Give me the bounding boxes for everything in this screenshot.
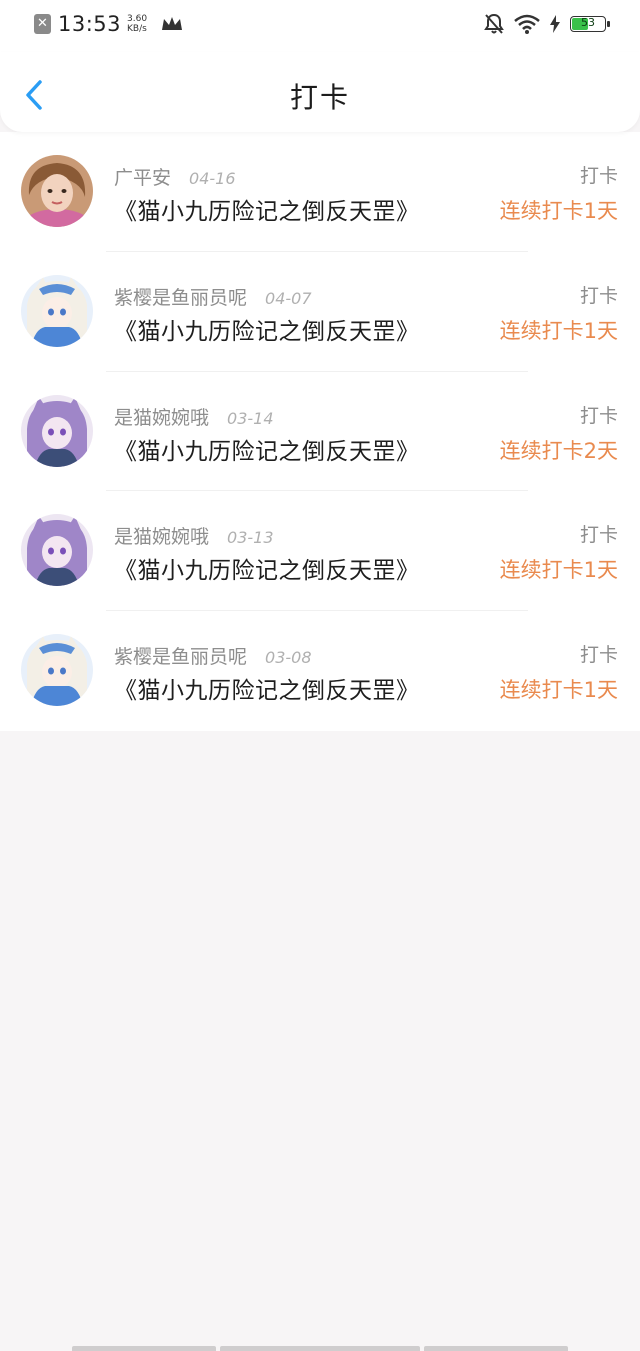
- checkin-date: 04-07: [265, 289, 312, 308]
- checkin-date: 03-13: [227, 528, 274, 547]
- notification-close-icon: ✕: [34, 14, 51, 34]
- status-time: 13:53: [58, 12, 121, 36]
- list-item[interactable]: 是猫婉婉哦 03-14 《猫小九历险记之倒反天罡》 打卡 连续打卡2天: [0, 372, 640, 492]
- nav-gesture-bar-center[interactable]: [220, 1346, 420, 1351]
- list-item[interactable]: 广平安 04-16 《猫小九历险记之倒反天罡》 打卡 连续打卡1天: [0, 132, 640, 252]
- checkin-date: 03-08: [265, 648, 312, 667]
- checkin-label: 打卡: [580, 281, 618, 308]
- book-title: 《猫小九历险记之倒反天罡》: [114, 671, 420, 705]
- streak-text: 连续打卡1天: [500, 554, 618, 584]
- avatar[interactable]: [21, 395, 93, 467]
- book-title: 《猫小九历险记之倒反天罡》: [114, 312, 420, 346]
- streak-text: 连续打卡1天: [500, 315, 618, 345]
- avatar[interactable]: [21, 275, 93, 347]
- list-item[interactable]: 紫樱是鱼丽员呢 04-07 《猫小九历险记之倒反天罡》 打卡 连续打卡1天: [0, 252, 640, 372]
- user-name[interactable]: 广平安: [114, 163, 171, 190]
- checkin-date: 03-14: [227, 409, 274, 428]
- user-name[interactable]: 紫樱是鱼丽员呢: [114, 283, 247, 310]
- streak-text: 连续打卡2天: [500, 435, 618, 465]
- list-item[interactable]: 是猫婉婉哦 03-13 《猫小九历险记之倒反天罡》 打卡 连续打卡1天: [0, 491, 640, 611]
- charging-icon: [550, 15, 560, 33]
- nav-gesture-bar-left[interactable]: [72, 1346, 216, 1351]
- streak-text: 连续打卡1天: [500, 674, 618, 704]
- battery-icon: 53: [570, 16, 606, 32]
- network-speed-value: 3.60: [127, 14, 147, 24]
- book-title: 《猫小九历险记之倒反天罡》: [114, 432, 420, 466]
- wifi-icon: [514, 14, 540, 34]
- avatar[interactable]: [21, 634, 93, 706]
- nav-gesture-bar-right[interactable]: [424, 1346, 568, 1351]
- user-name[interactable]: 紫樱是鱼丽员呢: [114, 642, 247, 669]
- crown-icon: [161, 16, 183, 32]
- checkin-label: 打卡: [580, 401, 618, 428]
- user-name[interactable]: 是猫婉婉哦: [114, 522, 209, 549]
- status-bar: ✕ 13:53 3.60 KB/s 53: [0, 0, 640, 52]
- checkin-label: 打卡: [580, 520, 618, 547]
- network-speed-unit: KB/s: [127, 24, 147, 34]
- checkin-list: 广平安 04-16 《猫小九历险记之倒反天罡》 打卡 连续打卡1天 紫樱是鱼丽员…: [0, 132, 640, 731]
- page-title: 打卡: [0, 76, 640, 116]
- checkin-label: 打卡: [580, 640, 618, 667]
- checkin-label: 打卡: [580, 161, 618, 188]
- battery-level: 53: [571, 16, 605, 29]
- header-bar: 打卡: [0, 52, 640, 132]
- network-speed: 3.60 KB/s: [127, 14, 147, 34]
- book-title: 《猫小九历险记之倒反天罡》: [114, 192, 420, 226]
- avatar[interactable]: [21, 155, 93, 227]
- user-name[interactable]: 是猫婉婉哦: [114, 403, 209, 430]
- avatar[interactable]: [21, 514, 93, 586]
- streak-text: 连续打卡1天: [500, 195, 618, 225]
- book-title: 《猫小九历险记之倒反天罡》: [114, 551, 420, 585]
- list-item[interactable]: 紫樱是鱼丽员呢 03-08 《猫小九历险记之倒反天罡》 打卡 连续打卡1天: [0, 611, 640, 731]
- checkin-date: 04-16: [189, 169, 236, 188]
- bell-muted-icon: [484, 13, 504, 35]
